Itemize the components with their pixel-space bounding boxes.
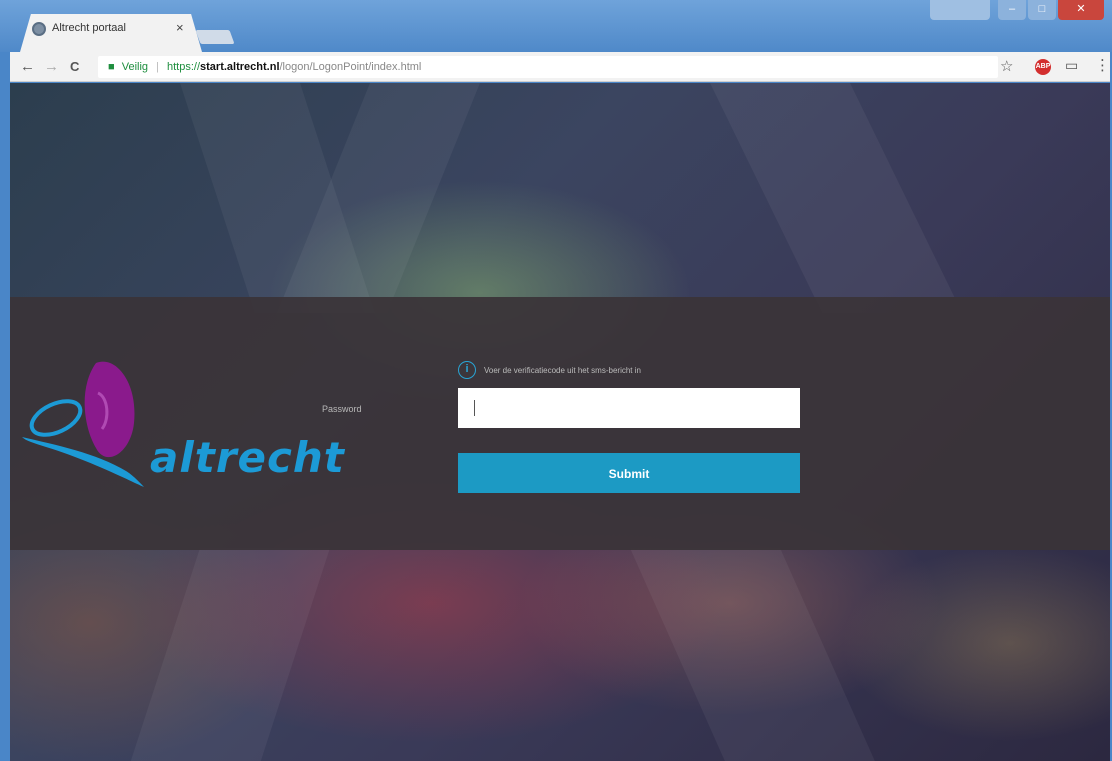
tab-title: Altrecht portaal <box>52 22 126 34</box>
password-label: Password <box>322 404 362 414</box>
url-domain: start.altrecht.nl <box>200 61 280 73</box>
window-close-button[interactable]: ✕ <box>1058 0 1104 20</box>
window-controls: – □ ✕ <box>928 0 1104 20</box>
lock-icon: ■ <box>108 61 115 73</box>
text-cursor <box>474 400 475 416</box>
page-viewport: altrecht i Voer de verificatiecode uit h… <box>10 83 1110 761</box>
password-input[interactable] <box>458 388 800 428</box>
info-message-row: i Voer de verificatiecode uit het sms-be… <box>458 361 641 379</box>
security-label: Veilig <box>121 61 149 73</box>
background-light-beam <box>710 83 963 313</box>
minimize-button[interactable]: – <box>998 0 1026 20</box>
back-arrow-icon[interactable]: ← <box>20 57 35 77</box>
address-separator: | <box>156 61 159 73</box>
adblock-icon[interactable]: ABP <box>1035 59 1051 75</box>
menu-icon[interactable]: ⋮ <box>1095 56 1110 74</box>
background-light-beam <box>630 548 878 761</box>
title-bar: Altrecht portaal × – □ ✕ <box>0 0 1112 52</box>
submit-button[interactable]: Submit <box>458 453 800 493</box>
favicon-icon <box>32 22 46 36</box>
browser-window: Altrecht portaal × – □ ✕ ← → C ■ Veilig … <box>0 0 1112 761</box>
logo-blue-loop <box>29 399 83 437</box>
url-path: /logon/LogonPoint/index.html <box>279 61 422 73</box>
address-bar[interactable]: ■ Veilig | https://start.altrecht.nl/log… <box>98 56 998 78</box>
close-icon[interactable]: × <box>176 20 184 35</box>
url-scheme: https:// <box>167 61 201 73</box>
cast-icon[interactable]: ▭ <box>1065 57 1078 74</box>
info-message: Voer de verificatiecode uit het sms-beri… <box>484 365 641 375</box>
logo-purple-wing <box>84 361 135 458</box>
info-icon: i <box>458 361 476 379</box>
new-tab-button[interactable] <box>195 30 235 44</box>
background-light-beam <box>128 548 330 761</box>
login-panel: altrecht i Voer de verificatiecode uit h… <box>10 297 1110 550</box>
logo-wordmark: altrecht <box>150 433 345 482</box>
window-profile-button[interactable] <box>930 0 990 20</box>
forward-arrow-icon[interactable]: → <box>44 57 59 77</box>
star-icon[interactable]: ☆ <box>1000 57 1013 75</box>
reload-icon[interactable]: C <box>70 57 79 77</box>
maximize-button[interactable]: □ <box>1028 0 1056 20</box>
browser-toolbar: ← → C ■ Veilig | https://start.altrecht.… <box>10 52 1110 82</box>
